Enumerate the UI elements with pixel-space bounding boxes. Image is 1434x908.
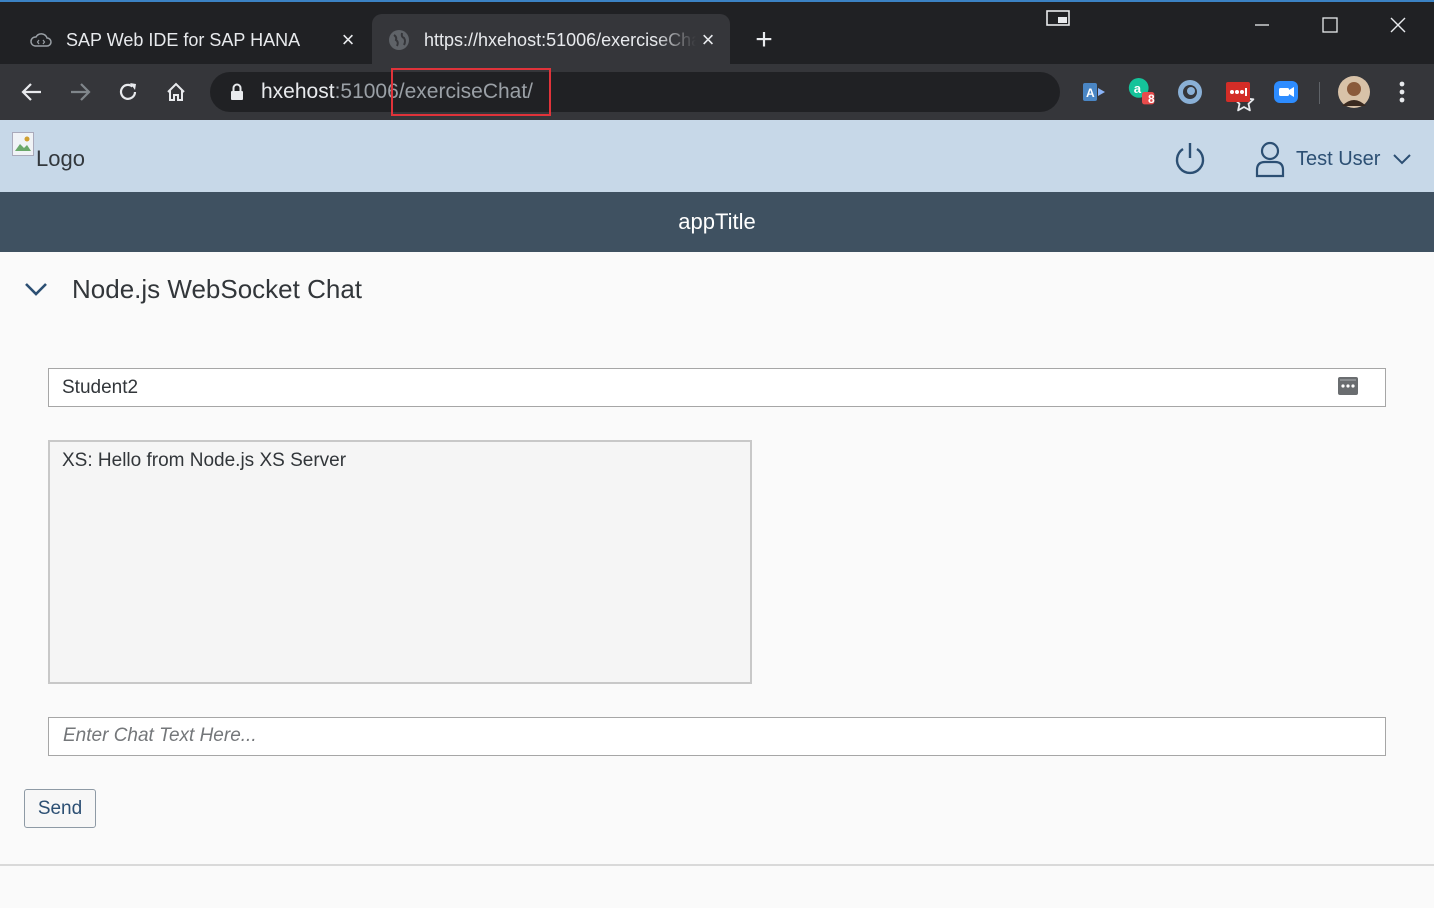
translate-extension-icon[interactable]: A [1080,78,1108,106]
close-window-button[interactable] [1364,2,1432,48]
chevron-down-icon [1392,149,1412,169]
footer-bar [0,864,1434,908]
username-input[interactable]: Student2 [48,368,1386,407]
home-icon[interactable] [160,76,192,108]
back-icon[interactable] [16,76,48,108]
power-icon[interactable] [1171,140,1209,178]
address-bar[interactable]: hxehost:51006/exerciseChat/ [210,72,1255,112]
chat-log-textarea[interactable]: XS: Hello from Node.js XS Server [48,440,752,684]
zoom-extension-icon[interactable] [1272,78,1300,106]
lastpass-extension-icon[interactable] [1224,78,1252,106]
url-host: hxehost [261,80,335,103]
shell-header: Logo Test User [0,120,1434,192]
cloud-code-icon [30,29,52,51]
chat-log-text: XS: Hello from Node.js XS Server [62,450,347,471]
extension-badge: 8 [1148,92,1155,106]
tab-exercise-chat[interactable]: https://hxehost:51006/exerciseChat/ × [372,14,730,66]
tab-close-icon[interactable]: × [336,27,360,52]
maximize-button[interactable] [1296,2,1364,48]
circle-extension-icon[interactable] [1176,78,1204,106]
username-value: Student2 [62,377,139,398]
chevron-down-icon[interactable] [22,275,50,303]
svg-text:a: a [1134,81,1142,96]
tab-close-icon[interactable]: × [696,27,720,52]
globe-icon [388,29,410,51]
svg-text:A: A [1086,86,1095,100]
value-help-icon[interactable] [1337,376,1359,396]
kebab-menu-icon[interactable] [1388,78,1416,106]
avatar[interactable] [1338,76,1370,108]
user-name: Test User [1296,147,1381,170]
panel-header[interactable]: Node.js WebSocket Chat [22,270,362,308]
grammarly-extension-icon[interactable]: a 8 [1128,78,1156,106]
url-port: :51006 [334,80,399,103]
user-icon [1254,140,1286,178]
tab-title: SAP Web IDE for SAP HANA [66,29,301,50]
new-tab-button[interactable]: + [748,24,780,56]
browser-tab-strip: SAP Web IDE for SAP HANA × https://hxeho… [0,0,1434,66]
tab-sap-web-ide[interactable]: SAP Web IDE for SAP HANA × [14,14,370,66]
minimize-button[interactable] [1228,2,1296,48]
browser-toolbar: hxehost:51006/exerciseChat/ A a 8 [0,64,1434,120]
chat-text-input[interactable]: Enter Chat Text Here... [48,717,1386,756]
tab-title: https://hxehost:51006/exerciseChat/ [424,29,696,50]
url-highlight-box [391,68,551,116]
reload-icon[interactable] [112,76,144,108]
chat-text-placeholder: Enter Chat Text Here... [63,725,257,746]
forward-icon[interactable] [64,76,96,108]
user-menu[interactable]: Test User [1254,140,1412,178]
logo[interactable]: Logo [12,132,85,172]
toolbar-separator [1319,82,1320,104]
broken-image-icon [12,132,34,156]
panel-title: Node.js WebSocket Chat [72,273,362,304]
lock-icon[interactable] [230,83,244,101]
tab-search-icon[interactable] [1046,10,1072,28]
logo-alt-text: Logo [36,146,85,171]
app-title: appTitle [0,192,1434,252]
send-button[interactable]: Send [24,789,96,828]
